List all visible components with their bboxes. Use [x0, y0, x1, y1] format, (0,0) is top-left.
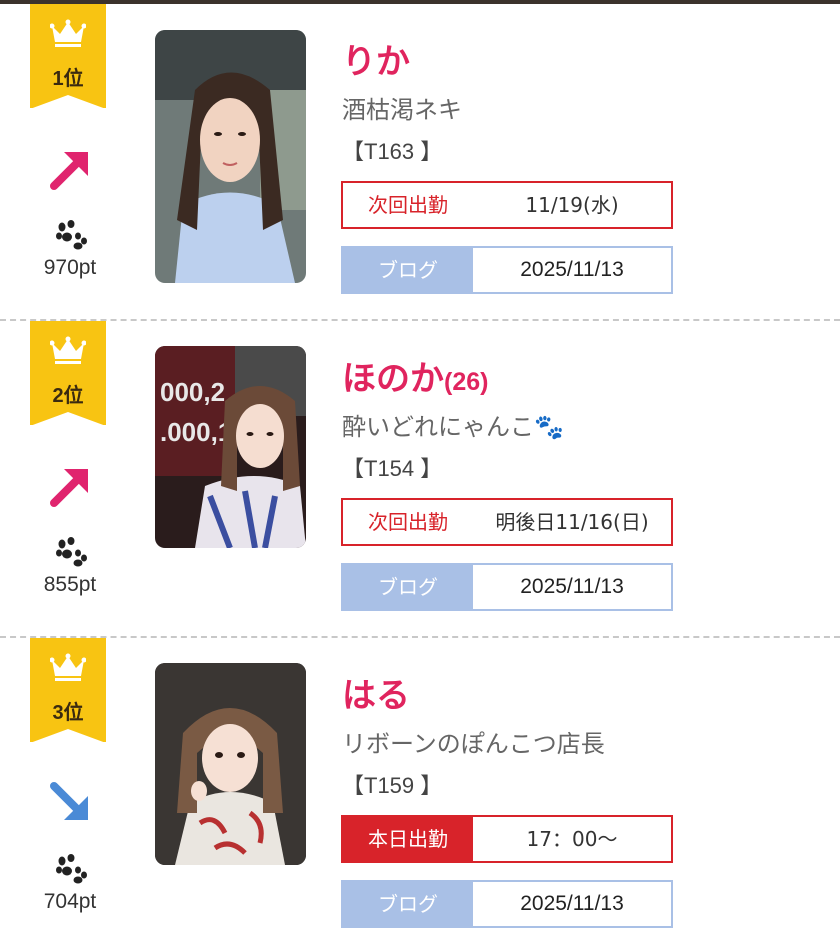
today-shift-box[interactable]: 本日出勤 17：00〜 [341, 815, 673, 863]
blog-date: 2025/11/13 [520, 258, 624, 281]
height-info: 【T159 】 [342, 773, 443, 798]
height-info: 【T163 】 [342, 139, 443, 164]
rank-label: 3位 [52, 702, 84, 724]
blog-label: ブログ [343, 565, 473, 609]
blog-date: 2025/11/13 [520, 575, 624, 598]
shift-date: 11/19(水) [525, 193, 619, 217]
blog-link[interactable]: ブログ 2025/11/13 [341, 880, 673, 928]
arrow-up-right-icon [50, 469, 88, 507]
cast-name[interactable]: はる [342, 668, 410, 717]
name-text[interactable]: ほのか [342, 360, 444, 398]
paw-icon [56, 854, 87, 884]
arrow-up-right-icon [50, 152, 88, 190]
rank-badge: 2位 [30, 321, 106, 426]
paw-icon [56, 537, 87, 567]
shift-time: 17：00〜 [526, 827, 618, 851]
rank-label: 1位 [52, 68, 84, 90]
profile-photo[interactable] [155, 663, 306, 865]
paw-icon [56, 220, 87, 250]
points: 704pt [43, 890, 97, 913]
rank-label: 2位 [52, 385, 84, 407]
next-shift-box[interactable]: 次回出勤 11/19(水) [341, 181, 673, 229]
profile-photo[interactable] [155, 30, 306, 283]
catchphrase: リボーンのぽんこつ店長 [342, 730, 605, 758]
arrow-down-right-icon [50, 782, 88, 820]
rank-badge: 1位 [30, 4, 106, 109]
cast-name[interactable]: ほのか(26) [342, 351, 488, 400]
shift-label: 次回出勤 [368, 193, 448, 217]
shift-label: 次回出勤 [368, 510, 448, 534]
catchphrase: 酔いどれにゃんこ🐾 [342, 413, 564, 441]
blog-link[interactable]: ブログ 2025/11/13 [341, 563, 673, 611]
ranking-entry-3[interactable]: 3位 704pt はる リボーンのぽんこつ店長 【T159 】 本日出勤 17：… [0, 638, 840, 952]
blog-date: 2025/11/13 [520, 892, 624, 915]
height-info: 【T154 】 [342, 456, 443, 481]
name-text[interactable]: はる [342, 677, 410, 715]
ranking-entry-2[interactable]: 2位 855pt 000,2 .000,1 ほのか(26) 酔いどれにゃんこ🐾 … [0, 321, 840, 639]
age-text: (26) [444, 368, 489, 396]
blog-label: ブログ [343, 882, 473, 926]
rank-badge: 3位 [30, 638, 106, 743]
crown-icon [50, 653, 86, 681]
svg-text:.000,1: .000,1 [160, 417, 232, 447]
shift-date: 明後日11/16(日) [495, 510, 649, 534]
profile-photo[interactable]: 000,2 .000,1 [155, 346, 306, 548]
points: 970pt [43, 256, 97, 279]
ranking-entry-1[interactable]: 1位 970pt りか 酒枯渇ネキ 【T163 】 次回出勤 11/19(水) … [0, 4, 840, 322]
svg-text:000,2: 000,2 [160, 377, 225, 407]
shift-label: 本日出勤 [343, 817, 473, 861]
points: 855pt [43, 573, 97, 596]
cast-name[interactable]: りか [342, 34, 410, 83]
catchphrase: 酒枯渇ネキ [342, 96, 462, 124]
crown-icon [50, 336, 86, 364]
blog-label: ブログ [343, 248, 473, 292]
next-shift-box[interactable]: 次回出勤 明後日11/16(日) [341, 498, 673, 546]
crown-icon [50, 19, 86, 47]
name-text[interactable]: りか [342, 43, 410, 81]
blog-link[interactable]: ブログ 2025/11/13 [341, 246, 673, 294]
